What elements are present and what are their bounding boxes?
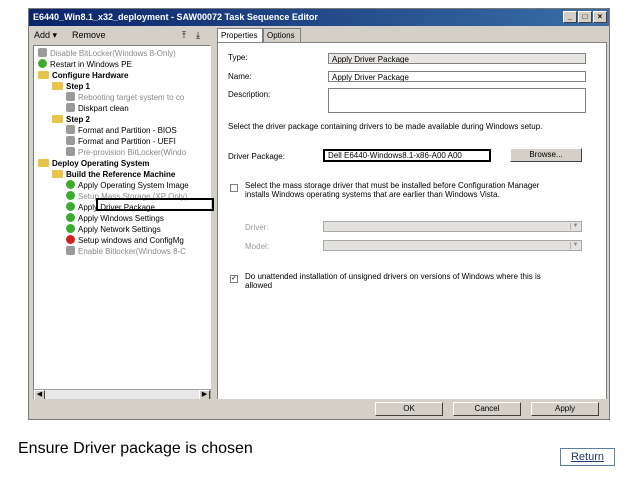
selected-item-highlight bbox=[96, 198, 214, 211]
close-button[interactable]: × bbox=[593, 11, 607, 23]
title-bar: E6440_Win8.1_x32_deployment - SAW00072 T… bbox=[29, 9, 609, 26]
gray-step-icon bbox=[66, 125, 75, 134]
gray-step-icon bbox=[66, 136, 75, 145]
tree-item-rebooting[interactable]: Rebooting target system to co bbox=[66, 92, 184, 103]
tree-item-deploy-os[interactable]: Deploy Operating System bbox=[38, 158, 149, 169]
description-field[interactable] bbox=[328, 88, 586, 113]
tree-item-apply-network-settings[interactable]: Apply Network Settings bbox=[66, 224, 161, 235]
unattended-text-line2: allowed bbox=[245, 281, 273, 290]
tree-item-configure-hardware[interactable]: Configure Hardware bbox=[38, 70, 128, 81]
gray-step-icon bbox=[66, 92, 75, 101]
check-icon bbox=[66, 213, 75, 222]
tree-item-apply-os-image[interactable]: Apply Operating System Image bbox=[66, 180, 189, 191]
check-icon bbox=[66, 202, 75, 211]
minimize-button[interactable]: _ bbox=[563, 11, 577, 23]
tree-item-format-bios[interactable]: Format and Partition - BIOS bbox=[66, 125, 177, 136]
driver-package-field[interactable]: Dell E6440-Windows8.1-x86-A00 A00 bbox=[323, 149, 491, 162]
name-label: Name: bbox=[228, 72, 252, 81]
folder-icon bbox=[38, 71, 49, 79]
gray-step-icon bbox=[66, 246, 75, 255]
tree-item-enable-bitlocker[interactable]: Enable Bitlocker(Windows 8-C bbox=[66, 246, 186, 257]
gray-step-icon bbox=[66, 103, 75, 112]
move-up-icon[interactable]: ⤒ bbox=[179, 29, 189, 42]
tree-item-step-2[interactable]: Step 2 bbox=[52, 114, 90, 125]
add-button[interactable]: Add ▾ bbox=[31, 29, 60, 42]
driver-package-label: Driver Package: bbox=[228, 152, 285, 161]
tree-item-restart-winpe[interactable]: Restart in Windows PE bbox=[38, 59, 132, 70]
dialog-footer: OK Cancel Apply bbox=[29, 399, 609, 419]
model-label: Model: bbox=[245, 242, 270, 251]
driver-dropdown: ▼ bbox=[323, 221, 582, 232]
check-icon bbox=[66, 180, 75, 189]
folder-icon bbox=[52, 170, 63, 178]
remove-button[interactable]: Remove bbox=[69, 29, 109, 42]
task-sequence-editor-window: E6440_Win8.1_x32_deployment - SAW00072 T… bbox=[28, 8, 610, 420]
task-sequence-tree: Disable BitLocker(Windows 8-Only) Restar… bbox=[33, 45, 211, 400]
move-down-icon[interactable]: ⤓ bbox=[193, 29, 203, 42]
ok-button[interactable]: OK bbox=[375, 402, 443, 416]
type-label: Type: bbox=[228, 53, 248, 62]
slide-caption: Ensure Driver package is chosen bbox=[18, 440, 253, 457]
tree-item-step-1[interactable]: Step 1 bbox=[52, 81, 90, 92]
chevron-down-icon: ▼ bbox=[570, 223, 580, 230]
tree-toolbar: Add ▾ Remove ⤒ ⤓ bbox=[29, 27, 212, 44]
mass-storage-checkbox[interactable] bbox=[230, 184, 238, 192]
check-icon bbox=[66, 224, 75, 233]
tree-item-apply-windows-settings[interactable]: Apply Windows Settings bbox=[66, 213, 164, 224]
type-field: Apply Driver Package bbox=[328, 53, 586, 64]
check-icon bbox=[38, 59, 47, 68]
unattended-text-line1: Do unattended installation of unsigned d… bbox=[245, 272, 541, 281]
tab-properties[interactable]: Properties bbox=[217, 28, 263, 42]
tree-item-disable-bitlocker[interactable]: Disable BitLocker(Windows 8-Only) bbox=[38, 48, 176, 59]
window-title: E6440_Win8.1_x32_deployment - SAW00072 T… bbox=[33, 12, 318, 22]
tree-item-build-reference[interactable]: Build the Reference Machine bbox=[52, 169, 175, 180]
properties-panel: Type: Apply Driver Package Name: Apply D… bbox=[217, 42, 607, 400]
gray-step-icon bbox=[66, 147, 75, 156]
model-dropdown: ▼ bbox=[323, 240, 582, 251]
check-icon bbox=[66, 191, 75, 200]
unattended-checkbox[interactable]: ✓ bbox=[230, 275, 238, 283]
folder-icon bbox=[52, 115, 63, 123]
cancel-button[interactable]: Cancel bbox=[453, 402, 521, 416]
tree-item-preprovision-bitlocker[interactable]: Pre-provision BitLocker(Windo bbox=[66, 147, 186, 158]
maximize-button[interactable]: □ bbox=[578, 11, 592, 23]
chevron-down-icon: ▼ bbox=[570, 242, 580, 249]
mass-storage-text-line2: installs Windows operating systems that … bbox=[245, 190, 500, 199]
browse-button[interactable]: Browse... bbox=[510, 148, 582, 162]
driver-label: Driver: bbox=[245, 223, 269, 232]
description-label: Description: bbox=[228, 90, 271, 99]
gray-step-icon bbox=[38, 48, 47, 57]
folder-icon bbox=[52, 82, 63, 90]
name-field[interactable]: Apply Driver Package bbox=[328, 71, 586, 82]
return-button[interactable]: Return bbox=[560, 448, 615, 466]
tree-item-format-uefi[interactable]: Format and Partition - UEFI bbox=[66, 136, 176, 147]
apply-button[interactable]: Apply bbox=[531, 402, 599, 416]
error-icon bbox=[66, 235, 75, 244]
tree-item-diskpart[interactable]: Diskpart clean bbox=[66, 103, 129, 114]
tree-item-setup-windows-configmgr[interactable]: Setup windows and ConfigMg bbox=[66, 235, 184, 246]
folder-icon bbox=[38, 159, 49, 167]
instruction-text: Select the driver package containing dri… bbox=[228, 122, 543, 131]
tab-options[interactable]: Options bbox=[263, 28, 301, 42]
